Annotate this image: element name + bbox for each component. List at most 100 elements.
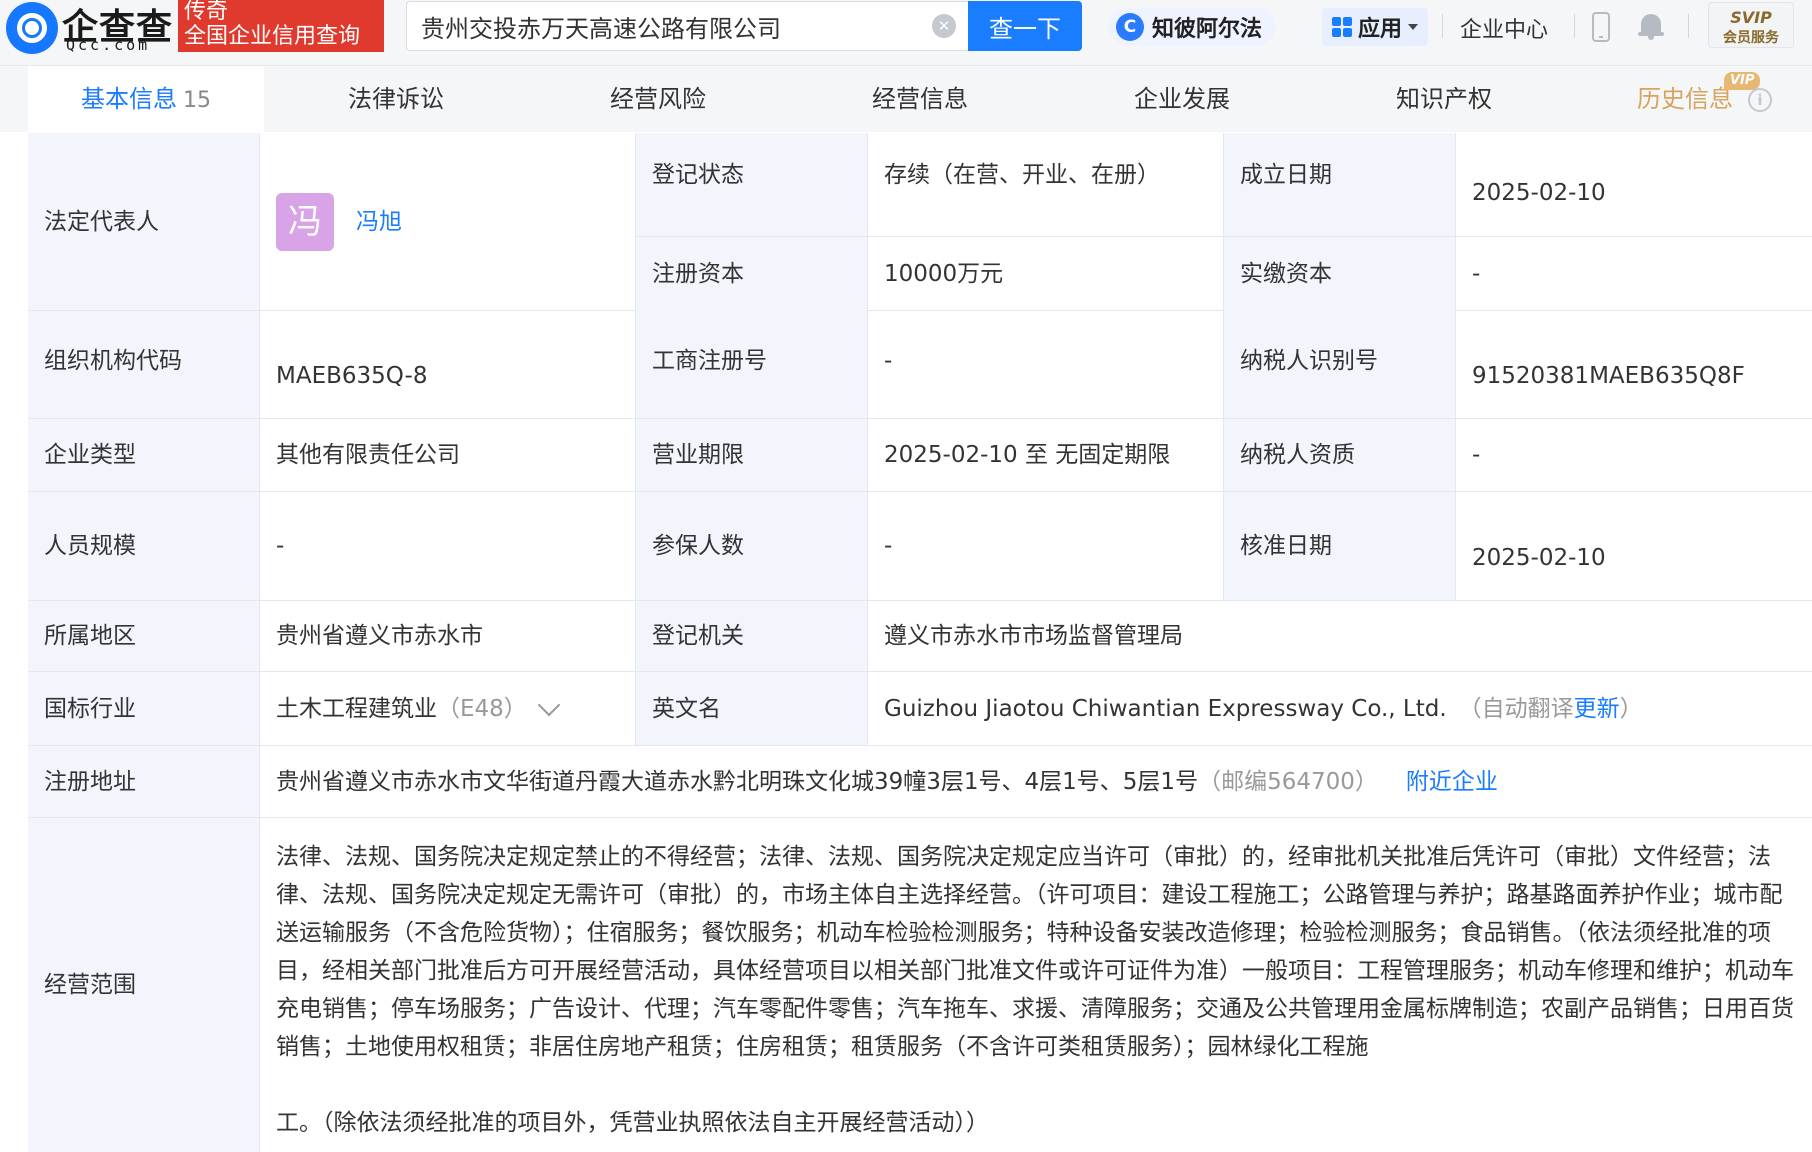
value-region: 贵州省遵义市赤水市 [260,601,636,671]
table-row: 法定代表人 冯 冯旭 登记状态 存续（在营、开业、在册） 成立日期 2025-0… [28,133,1812,311]
member-service-label: 会员服务 [1723,30,1779,46]
value-tax-id: 91520381MAEB635Q8F [1472,363,1745,389]
vip-badge: VIP [1724,72,1761,90]
label-taxpayer-qual: 纳税人资质 [1224,419,1456,491]
label-paid-capital: 实缴资本 [1224,237,1456,311]
note-close: ） [1619,695,1643,722]
tab-ip[interactable]: 知识产权 [1338,66,1550,132]
value-insured: - [868,492,1224,600]
label-english-name: 英文名 [636,672,868,745]
label-reg-status: 登记状态 [636,133,868,236]
search-button[interactable]: 查一下 [968,1,1082,51]
tab-basic-info[interactable]: 基本信息 15 [28,66,264,132]
enterprise-center-link[interactable]: 企业中心 [1460,12,1548,44]
value-english-name: Guizhou Jiaotou Chiwantian Expressway Co… [884,695,1447,722]
mobile-app-icon[interactable] [1592,12,1610,42]
address-cell: 贵州省遵义市赤水市文华街道丹霞大道赤水黔北明珠文化城39幢3层1号、4层1号、5… [260,746,1812,817]
value-org-code: MAEB635Q-8 [260,311,636,418]
svip-member-button[interactable]: SVIP 会员服务 [1708,2,1794,48]
english-name-cell: Guizhou Jiaotou Chiwantian Expressway Co… [868,672,1812,745]
zhibi-label: 知彼阿尔法 [1152,17,1263,42]
update-translation-link[interactable]: 更新 [1574,693,1620,725]
zhibi-alpha-button[interactable]: C 知彼阿尔法 [1108,8,1277,46]
auto-translate-note: （自动翻译 [1458,695,1574,722]
table-row: 组织机构代码 MAEB635Q-8 工商注册号 - 纳税人识别号 9152038… [28,311,1812,419]
label-legal-rep: 法定代表人 [28,133,260,310]
scope-paragraph: 法律、法规、国务院决定规定禁止的不得经营；法律、法规、国务院决定规定应当许可（审… [276,844,1794,1060]
scope-paragraph: 工。（除依法须经批准的项目外，凭营业执照依法自主开展经营活动）） [276,1110,989,1136]
tab-label: 经营风险 [610,85,706,113]
tab-count: 15 [183,88,211,113]
label-insured: 参保人数 [636,492,868,600]
section-tabs: 基本信息 15 法律诉讼 经营风险 经营信息 企业发展 知识产权 历史信息 VIP… [0,66,1812,132]
apps-label: 应用 [1358,17,1403,42]
value-industry: 土木工程建筑业 [276,695,437,722]
label-staff-size: 人员规模 [28,492,260,600]
tab-development[interactable]: 企业发展 [1076,66,1288,132]
table-row: 经营范围 法律、法规、国务院决定规定禁止的不得经营；法律、法规、国务院决定规定应… [28,818,1812,1152]
svip-label: SVIP [1730,8,1772,27]
divider [1574,14,1575,38]
value-biz-reg-no: - [868,311,1224,418]
value-biz-term: 2025-02-10 至 无固定期限 [868,419,1224,491]
legal-rep-name-link[interactable]: 冯旭 [356,206,402,238]
tab-label: 知识产权 [1396,85,1492,113]
grid-icon [1332,17,1352,37]
value-founded: 2025-02-10 [1472,180,1606,206]
slogan-banner: 传奇 全国企业信用查询 [178,0,384,52]
qcc-logo-icon[interactable] [6,2,58,54]
tab-label: 法律诉讼 [348,85,444,113]
value-paid-capital: - [1472,261,1481,287]
zhibi-logo-icon: C [1116,13,1144,41]
value-address: 贵州省遵义市赤水市文华街道丹霞大道赤水黔北明珠文化城39幢3层1号、4层1号、5… [276,768,1199,795]
apps-menu-button[interactable]: 应用 [1322,8,1429,46]
logo-domain: Qcc.com [66,36,151,54]
label-reg-authority: 登记机关 [636,601,868,671]
tab-operation[interactable]: 经营信息 [814,66,1026,132]
value-reg-status: 存续（在营、开业、在册） [868,133,1224,236]
label-scope: 经营范围 [28,818,260,1152]
divider [1442,14,1443,38]
tab-label: 经营信息 [872,85,968,113]
tab-label: 历史信息 [1637,85,1733,113]
tab-legal[interactable]: 法律诉讼 [290,66,502,132]
value-taxpayer-qual: - [1472,442,1481,468]
search-box: ✕ [406,1,968,51]
value-company-type: 其他有限责任公司 [260,419,636,491]
value-reg-authority: 遵义市赤水市市场监督管理局 [884,623,1183,649]
caret-down-icon [1408,24,1419,30]
search-input[interactable] [421,2,921,50]
label-founded: 成立日期 [1224,133,1456,236]
table-row: 国标行业 土木工程建筑业 （E48） 英文名 Guizhou Jiaotou C… [28,672,1812,746]
table-row: 人员规模 - 参保人数 - 核准日期 2025-02-10 [28,492,1812,601]
postcode: （邮编564700） [1198,768,1378,795]
value-staff-size: - [260,492,636,600]
top-header: 企查查 Qcc.com 传奇 全国企业信用查询 ✕ 查一下 C 知彼阿尔法 应用… [0,0,1812,66]
legal-rep-cell: 冯 冯旭 [260,133,636,310]
slogan-line2: 全国企业信用查询 [184,24,361,49]
label-biz-reg-no: 工商注册号 [636,311,868,418]
label-reg-capital: 注册资本 [636,237,868,311]
label-industry: 国标行业 [28,672,260,745]
nearby-companies-link[interactable]: 附近企业 [1406,766,1498,798]
label-address: 注册地址 [28,746,260,817]
industry-code: （E48） [437,695,527,722]
label-company-type: 企业类型 [28,419,260,491]
label-region: 所属地区 [28,601,260,671]
tab-risk[interactable]: 经营风险 [552,66,764,132]
value-reg-capital: 10000万元 [868,237,1224,311]
tab-label: 企业发展 [1134,85,1230,113]
notification-bell-icon[interactable] [1638,12,1664,40]
chevron-down-icon[interactable] [537,693,561,716]
info-icon[interactable]: i [1748,88,1772,112]
table-row: 注册地址 贵州省遵义市赤水市文华街道丹霞大道赤水黔北明珠文化城39幢3层1号、4… [28,746,1812,818]
table-row: 企业类型 其他有限责任公司 营业期限 2025-02-10 至 无固定期限 纳税… [28,419,1812,492]
label-biz-term: 营业期限 [636,419,868,491]
clear-icon[interactable]: ✕ [932,14,956,38]
slogan-line1: 传奇 [184,0,229,24]
avatar: 冯 [276,192,334,251]
label-tax-id: 纳税人识别号 [1224,311,1456,418]
tab-label: 基本信息 [81,85,177,113]
value-approval-date: 2025-02-10 [1472,545,1606,571]
industry-cell[interactable]: 土木工程建筑业 （E48） [260,672,636,745]
